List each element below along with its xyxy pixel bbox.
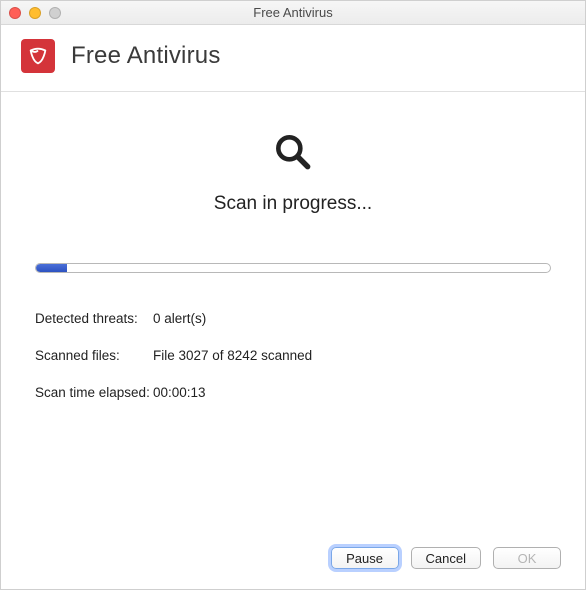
titlebar: Free Antivirus	[1, 1, 585, 25]
window-title: Free Antivirus	[1, 5, 585, 20]
stat-scanned-files: Scanned files: File 3027 of 8242 scanned	[35, 348, 551, 363]
stat-label: Scanned files:	[35, 348, 153, 363]
progress-bar	[35, 263, 551, 273]
stat-detected-threats: Detected threats: 0 alert(s)	[35, 311, 551, 326]
ok-button: OK	[493, 547, 561, 569]
stat-value: 00:00:13	[153, 385, 551, 400]
stat-value: File 3027 of 8242 scanned	[153, 348, 551, 363]
dialog-buttons: Pause Cancel OK	[331, 547, 561, 569]
app-header: Free Antivirus	[1, 25, 585, 92]
scan-stats: Detected threats: 0 alert(s) Scanned fil…	[35, 311, 551, 400]
pause-button[interactable]: Pause	[331, 547, 399, 569]
stat-label: Detected threats:	[35, 311, 153, 326]
stat-label: Scan time elapsed:	[35, 385, 153, 400]
minimize-window-button[interactable]	[29, 7, 41, 19]
progress-fill	[36, 264, 67, 272]
app-title: Free Antivirus	[71, 42, 221, 70]
magnifier-icon	[35, 130, 551, 179]
stat-value: 0 alert(s)	[153, 311, 551, 326]
avira-logo-icon	[21, 39, 55, 73]
dialog-window: Free Antivirus Free Antivirus Scan in pr…	[0, 0, 586, 590]
zoom-window-button	[49, 7, 61, 19]
cancel-button[interactable]: Cancel	[411, 547, 481, 569]
content-area: Scan in progress... Detected threats: 0 …	[1, 92, 585, 400]
window-controls	[1, 7, 61, 19]
stat-time-elapsed: Scan time elapsed: 00:00:13	[35, 385, 551, 400]
scan-status-text: Scan in progress...	[35, 193, 551, 215]
close-window-button[interactable]	[9, 7, 21, 19]
